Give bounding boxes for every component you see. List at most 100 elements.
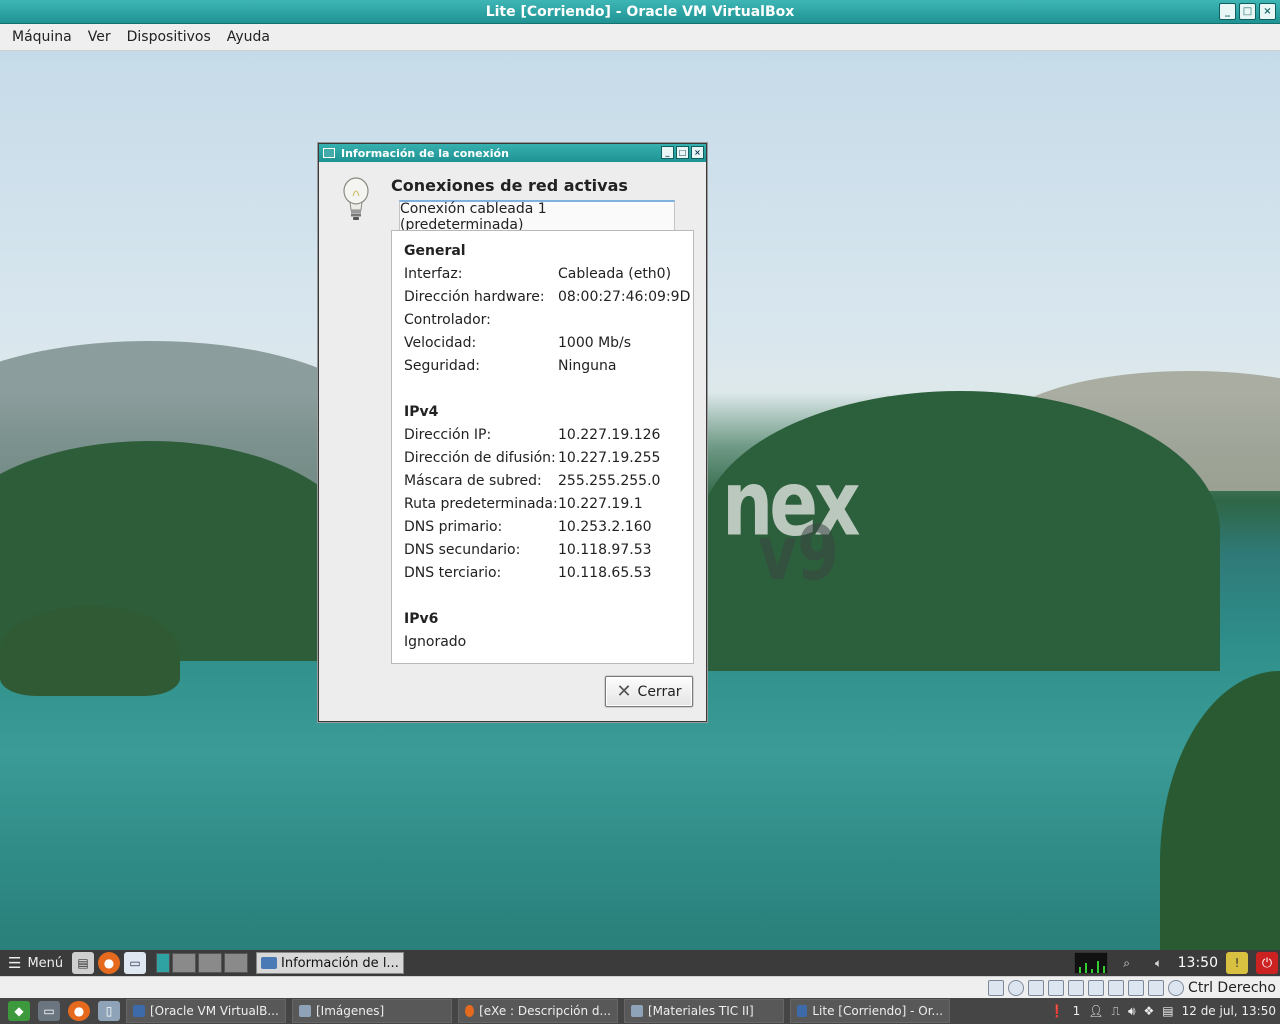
- host-window-title: Lite [Corriendo] - Oracle VM VirtualBox: [485, 3, 795, 20]
- video-capture-icon[interactable]: [1128, 979, 1145, 996]
- host-firefox-icon[interactable]: ●: [68, 1001, 90, 1021]
- value-security: Ninguna: [558, 358, 617, 374]
- label-security: Seguridad:: [404, 358, 480, 374]
- row-dns-primary: DNS primario: 10.253.2.160: [404, 519, 694, 539]
- row-ipv6-status: Ignorado: [404, 634, 694, 654]
- row-subnet-mask: Máscara de subred: 255.255.255.0: [404, 473, 694, 493]
- connection-info-dialog: Información de la conexión _ □ × Conexio…: [318, 143, 707, 722]
- host-tray: ❗ 1 👤︎ ⎍ 🔊︎ ❖ ▤ 12 de jul, 13:50: [1050, 998, 1276, 1024]
- menu-ayuda[interactable]: Ayuda: [219, 29, 278, 45]
- label-driver: Controlador:: [404, 312, 491, 328]
- shared-folders-icon[interactable]: [1088, 979, 1105, 996]
- value-dns-tertiary: 10.118.65.53: [558, 565, 652, 581]
- row-ip-address: Dirección IP: 10.227.19.126: [404, 427, 694, 447]
- clipboard-icon[interactable]: ▤: [1162, 1004, 1173, 1018]
- label-dns-secondary: DNS secundario:: [404, 542, 521, 558]
- audio-icon[interactable]: [1028, 979, 1045, 996]
- virtualbox-icon: [133, 1005, 145, 1017]
- cpu-virtualization-icon[interactable]: [1148, 979, 1165, 996]
- value-ipv6-status: Ignorado: [404, 634, 467, 650]
- host-task-label: [Materiales TIC II]: [648, 1004, 754, 1018]
- minimize-button[interactable]: _: [1219, 3, 1236, 20]
- host-files-icon[interactable]: ▯: [98, 1001, 120, 1021]
- file-manager-icon[interactable]: ▤: [72, 952, 94, 974]
- forest-right: [1160, 671, 1280, 950]
- row-security: Seguridad: Ninguna: [404, 358, 694, 378]
- host-task-virtualbox[interactable]: [Oracle VM VirtualB...: [126, 999, 286, 1023]
- value-dns-secondary: 10.118.97.53: [558, 542, 652, 558]
- value-ip-address: 10.227.19.126: [558, 427, 661, 443]
- usb-icon[interactable]: [1068, 979, 1085, 996]
- label-subnet-mask: Máscara de subred:: [404, 473, 542, 489]
- search-icon[interactable]: ⌕: [1116, 952, 1138, 974]
- tray-count: 1: [1072, 1004, 1081, 1018]
- power-icon[interactable]: ⏻: [1256, 952, 1278, 974]
- menu-maquina[interactable]: Máquina: [4, 29, 80, 45]
- tab-wired-connection[interactable]: Conexión cableada 1 (predeterminada): [399, 200, 675, 233]
- workspace-2[interactable]: [172, 953, 196, 973]
- cpu-monitor-graph: [1073, 952, 1108, 974]
- vbox-statusbar: Ctrl Derecho: [0, 976, 1280, 998]
- menu-ver[interactable]: Ver: [80, 29, 119, 45]
- host-task-lite[interactable]: Lite [Corriendo] - Or...: [790, 999, 950, 1023]
- value-subnet-mask: 255.255.255.0: [558, 473, 661, 489]
- host-menu-icon[interactable]: ◆: [8, 1001, 30, 1021]
- island: [0, 606, 180, 696]
- row-dns-tertiary: DNS terciario: 10.118.65.53: [404, 565, 694, 585]
- dialog-maximize-button[interactable]: □: [676, 146, 689, 159]
- workspace-1[interactable]: [156, 953, 170, 973]
- dialog-titlebar[interactable]: Información de la conexión _ □ ×: [319, 144, 706, 162]
- lightbulb-icon: [343, 177, 369, 220]
- alert-icon[interactable]: ❗: [1050, 1004, 1065, 1018]
- dropbox-icon[interactable]: ❖: [1144, 1004, 1155, 1018]
- guest-menu-button[interactable]: ☰ Menú: [0, 950, 70, 976]
- hard-disk-icon[interactable]: [988, 979, 1005, 996]
- host-task-exe[interactable]: [eXe : Descripción d...: [458, 999, 618, 1023]
- dialog-close-button[interactable]: ×: [691, 146, 704, 159]
- label-broadcast: Dirección de difusión:: [404, 450, 556, 466]
- firefox-icon[interactable]: ●: [98, 952, 120, 974]
- host-window-titlebar[interactable]: Lite [Corriendo] - Oracle VM VirtualBox …: [0, 0, 1280, 24]
- dialog-controls: _ □ ×: [661, 146, 704, 159]
- host-datetime[interactable]: 12 de jul, 13:50: [1182, 1004, 1276, 1018]
- host-taskbar: ◆ ▭ ● ▯ [Oracle VM VirtualB... [Imágenes…: [0, 998, 1280, 1024]
- label-speed: Velocidad:: [404, 335, 477, 351]
- label-dns-primary: DNS primario:: [404, 519, 503, 535]
- guest-task-label: Información de l...: [281, 955, 399, 971]
- menu-hamburger-icon: ☰: [8, 954, 22, 972]
- virtualbox-icon: [797, 1005, 808, 1017]
- user-icon[interactable]: 👤︎: [1088, 1004, 1103, 1018]
- workspace-4[interactable]: [224, 953, 248, 973]
- notification-icon[interactable]: !: [1226, 952, 1248, 974]
- host-task-materiales[interactable]: [Materiales TIC II]: [624, 999, 784, 1023]
- host-task-imagenes[interactable]: [Imágenes]: [292, 999, 452, 1023]
- show-desktop-icon[interactable]: ▭: [124, 952, 146, 974]
- display-icon[interactable]: [1108, 979, 1125, 996]
- cerrar-button[interactable]: ✕ Cerrar: [605, 676, 693, 707]
- guest-tray: ⌕ 🔈︎ 13:50 ! ⏻: [1073, 950, 1280, 976]
- network-icon[interactable]: [1048, 979, 1065, 996]
- vbox-menubar: Máquina Ver Dispositivos Ayuda: [0, 24, 1280, 51]
- volume-tray-icon[interactable]: 🔊︎: [1128, 1004, 1136, 1019]
- section-ipv4-title: IPv4: [404, 404, 439, 420]
- value-dns-primary: 10.253.2.160: [558, 519, 652, 535]
- optical-drive-icon[interactable]: [1008, 979, 1025, 996]
- close-button[interactable]: ×: [1259, 3, 1276, 20]
- host-show-desktop-icon[interactable]: ▭: [38, 1001, 60, 1021]
- row-interface: Interfaz: Cableada (eth0): [404, 266, 694, 286]
- value-interface: Cableada (eth0): [558, 266, 672, 282]
- label-ip-address: Dirección IP:: [404, 427, 492, 443]
- host-task-label: [Imágenes]: [316, 1004, 385, 1018]
- menu-dispositivos[interactable]: Dispositivos: [119, 29, 219, 45]
- network-tray-icon[interactable]: ⎍: [1112, 1004, 1120, 1019]
- volume-icon[interactable]: 🔈︎: [1148, 952, 1170, 974]
- dialog-minimize-button[interactable]: _: [661, 146, 674, 159]
- section-general-title: General: [404, 243, 466, 259]
- dialog-title: Información de la conexión: [341, 146, 509, 160]
- maximize-button[interactable]: □: [1239, 3, 1256, 20]
- guest-task-connection-info[interactable]: Información de l...: [256, 952, 404, 974]
- host-key-capture-icon[interactable]: [1168, 979, 1185, 996]
- workspace-3[interactable]: [198, 953, 222, 973]
- guest-clock[interactable]: 13:50: [1178, 955, 1218, 971]
- value-broadcast: 10.227.19.255: [558, 450, 661, 466]
